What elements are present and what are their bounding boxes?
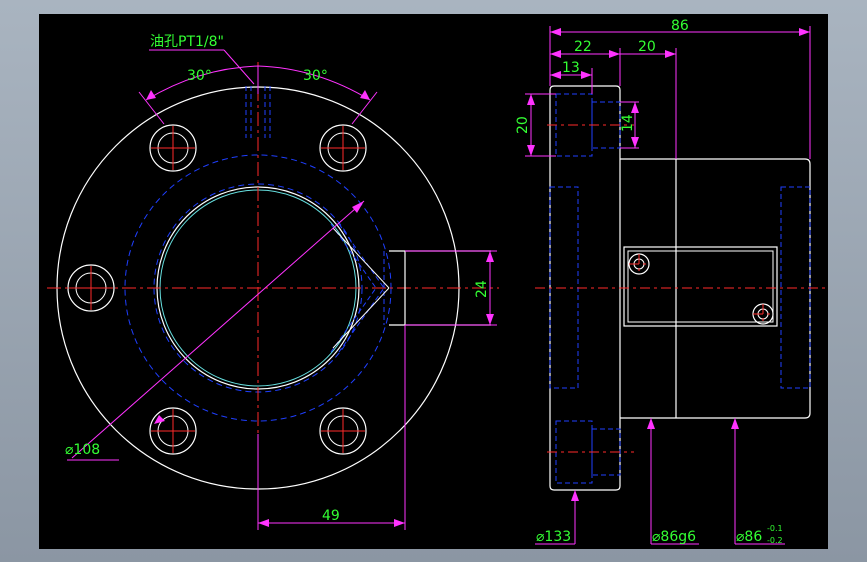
- tol-lower-label: -0.2: [767, 536, 783, 545]
- hole-dia-label: 14: [620, 114, 636, 132]
- tol-upper-label: -0.1: [767, 524, 783, 533]
- angle-left-label: 30°: [187, 68, 212, 84]
- cad-drawing: 油孔PT1/8" 30° 30° ⌀108 24 49 86 22 20 13 …: [47, 18, 825, 545]
- body-dia-label: ⌀86g6: [652, 529, 696, 545]
- drawing-viewport[interactable]: 油孔PT1/8" 30° 30° ⌀108 24 49 86 22 20 13 …: [39, 14, 828, 549]
- flat-offset-dimension: [257, 325, 406, 530]
- outer-diameter-label: ⌀108: [65, 442, 100, 458]
- side-dimensions: [525, 26, 811, 545]
- angle-right-label: 30°: [303, 68, 328, 84]
- diameter-leader: [67, 200, 365, 461]
- total-length-label: 86: [671, 18, 689, 34]
- flat-height-label: 24: [474, 280, 490, 298]
- counterbore-dia-label: 20: [515, 116, 531, 134]
- body-step-label: 20: [638, 39, 656, 55]
- side-centerlines: [535, 124, 825, 453]
- flat-offset-label: 49: [322, 508, 340, 524]
- flange-dia-label: ⌀133: [536, 529, 571, 545]
- main-centerlines: [47, 62, 499, 514]
- oil-hole-label: 油孔PT1/8": [150, 34, 224, 50]
- front-view: 油孔PT1/8" 30° 30° ⌀108 24 49: [47, 34, 499, 530]
- side-view: 86 22 20 13 20 14 ⌀133 ⌀86g6 ⌀86 -0.1 -0…: [515, 18, 825, 545]
- tol-dia-label: ⌀86: [736, 529, 762, 545]
- flange-length-label: 22: [574, 39, 592, 55]
- flange-thickness-label: 13: [562, 60, 580, 76]
